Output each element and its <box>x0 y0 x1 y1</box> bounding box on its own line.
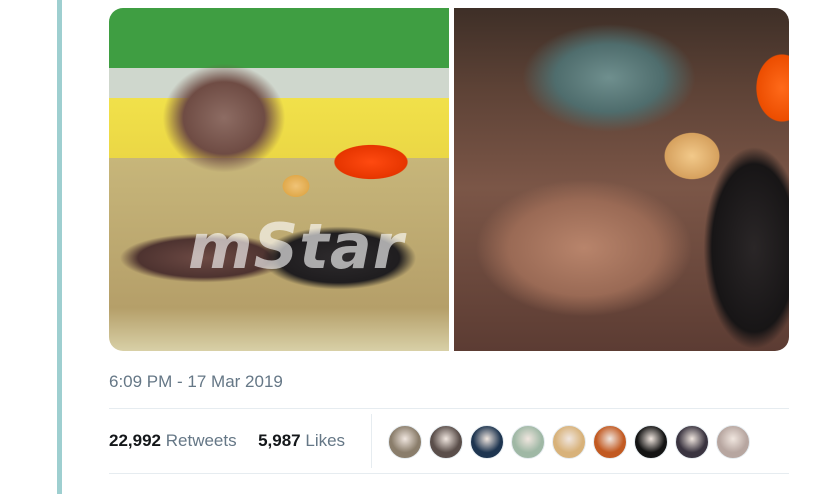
media-watermark: mStar <box>188 210 405 283</box>
tweet-photo-1[interactable] <box>109 8 449 351</box>
likes-label: Likes <box>305 431 346 450</box>
retweeter-avatar-6[interactable] <box>593 425 627 459</box>
retweets-stat[interactable]: 22,992 Retweets <box>109 431 241 450</box>
tweet-media[interactable] <box>109 8 789 351</box>
tweet-stats: 22,992 Retweets 5,987 Likes <box>109 431 345 451</box>
tweet-timestamp[interactable]: 6:09 PM - 17 Mar 2019 <box>109 372 283 392</box>
thread-line <box>57 0 62 494</box>
likes-count: 5,987 <box>258 431 301 450</box>
retweeter-avatar-7[interactable] <box>634 425 668 459</box>
retweets-count: 22,992 <box>109 431 161 450</box>
retweeter-avatar-3[interactable] <box>470 425 504 459</box>
retweeter-avatar-5[interactable] <box>552 425 586 459</box>
divider <box>109 408 789 409</box>
retweeter-avatar-4[interactable] <box>511 425 545 459</box>
retweeter-avatar-1[interactable] <box>388 425 422 459</box>
divider <box>109 473 789 474</box>
retweeter-avatar-2[interactable] <box>429 425 463 459</box>
retweeter-avatar-8[interactable] <box>675 425 709 459</box>
stats-separator <box>371 414 372 468</box>
likes-stat[interactable]: 5,987 Likes <box>258 431 345 450</box>
retweeter-avatars <box>388 425 750 459</box>
retweets-label: Retweets <box>165 431 237 450</box>
tweet-photo-2[interactable] <box>454 8 789 351</box>
retweeter-avatar-9[interactable] <box>716 425 750 459</box>
